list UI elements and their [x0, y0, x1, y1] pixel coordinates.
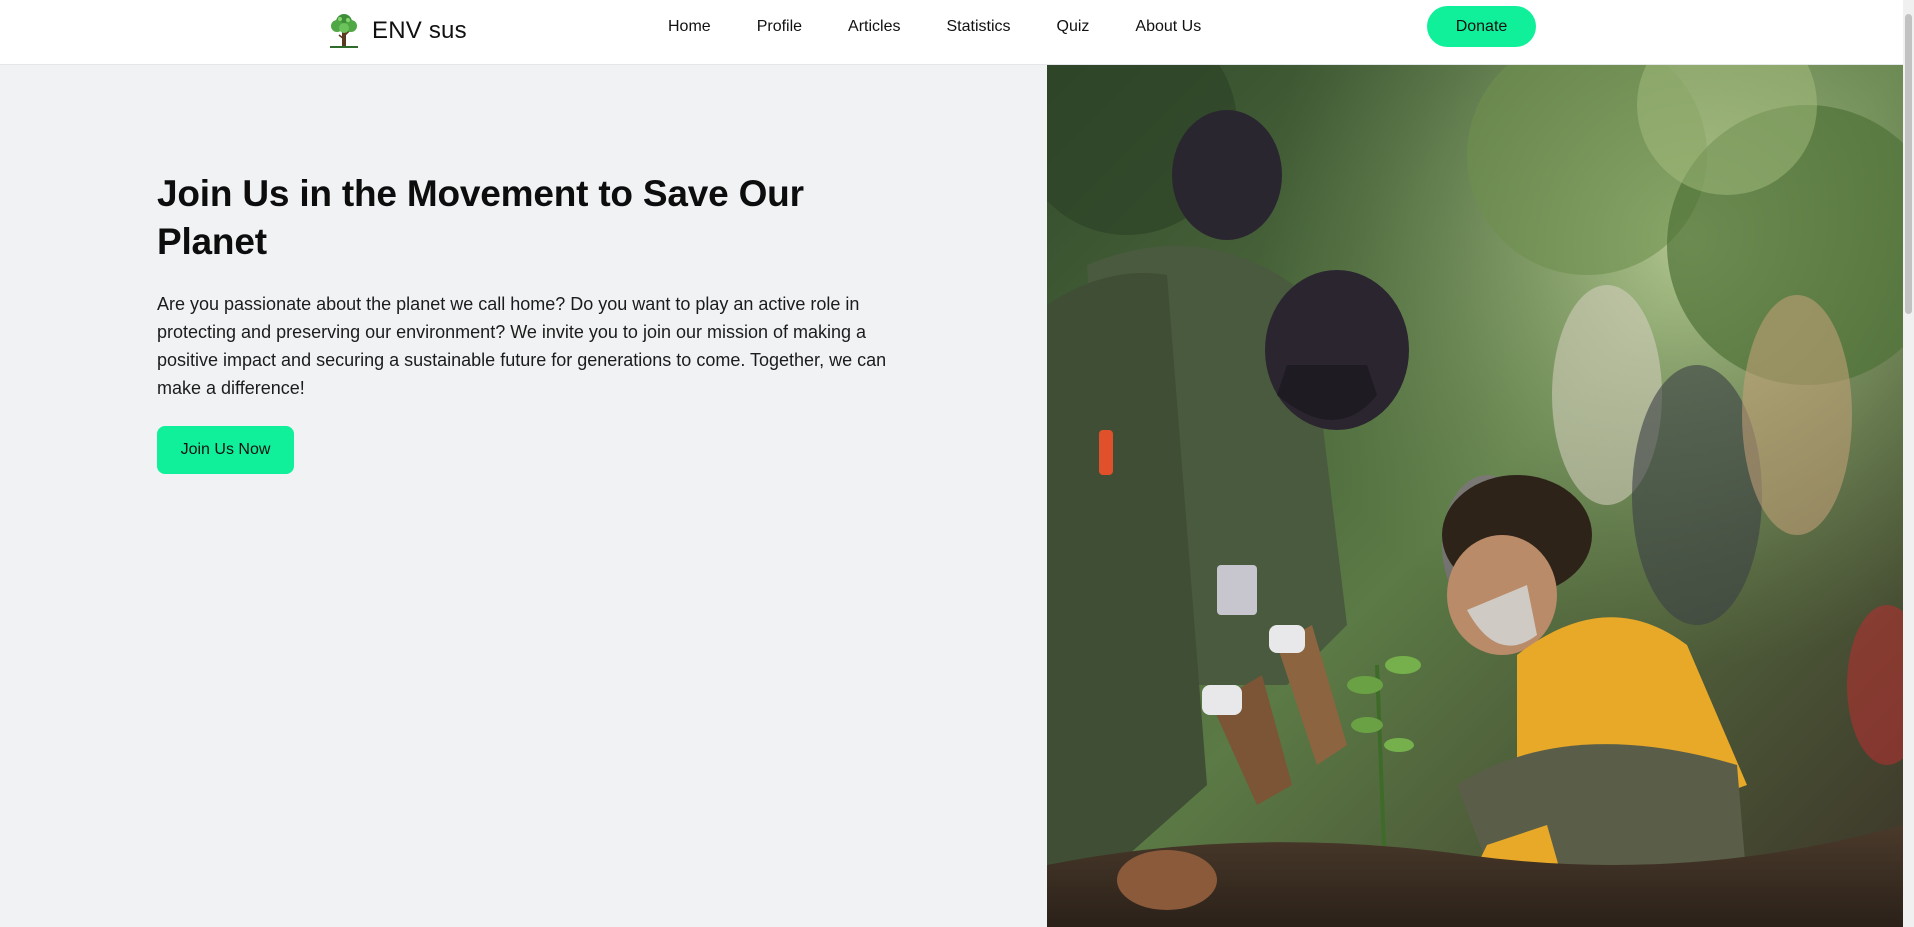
- hero-title: Join Us in the Movement to Save Our Plan…: [157, 173, 804, 263]
- top-navbar: ENV sus Home Profile Articles Statistics…: [0, 0, 1914, 65]
- hero-description: Are you passionate about the planet we c…: [157, 294, 887, 399]
- tree-planting-photo: [1047, 65, 1903, 927]
- brand-link[interactable]: ENV sus: [326, 8, 467, 54]
- nav-articles[interactable]: Articles: [825, 0, 923, 54]
- scrollbar-track[interactable]: [1903, 0, 1914, 927]
- brand-name: ENV sus: [372, 17, 467, 44]
- main-nav: Home Profile Articles Statistics Quiz Ab…: [645, 0, 1224, 54]
- nav-quiz[interactable]: Quiz: [1034, 0, 1113, 54]
- join-us-button[interactable]: Join Us Now: [157, 426, 294, 475]
- tree-icon: [330, 14, 358, 48]
- scrollbar-thumb[interactable]: [1905, 14, 1912, 314]
- nav-profile[interactable]: Profile: [734, 0, 825, 54]
- nav-statistics[interactable]: Statistics: [924, 0, 1034, 54]
- nav-home[interactable]: Home: [645, 0, 734, 54]
- hero-image: [1047, 65, 1903, 927]
- hero-section: Join Us in the Movement to Save Our Plan…: [157, 170, 917, 475]
- donate-button[interactable]: Donate: [1427, 6, 1536, 47]
- nav-about-us[interactable]: About Us: [1112, 0, 1224, 54]
